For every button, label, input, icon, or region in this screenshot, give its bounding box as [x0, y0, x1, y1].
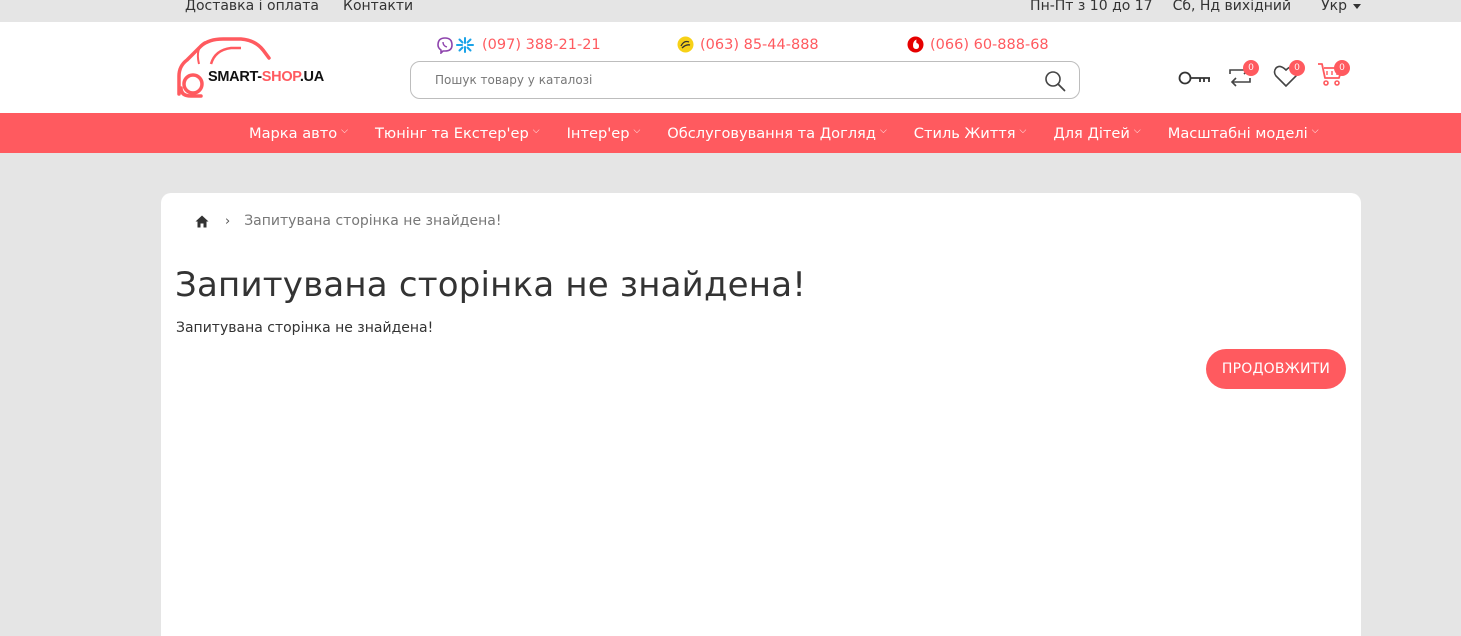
wishlist-count-badge: 0 — [1289, 60, 1305, 76]
chevron-down-icon: ⌵ — [879, 126, 887, 136]
nav-item-interior[interactable]: Інтер'ер ⌵ — [567, 125, 641, 142]
nav-item-label: Обслуговування та Догляд — [667, 124, 876, 142]
breadcrumb-separator-icon: › — [225, 213, 231, 229]
nav-item-label: Тюнінг та Екстер'ер — [375, 124, 529, 142]
phone-number-2: (063) 85-44-888 — [700, 36, 819, 53]
top-bar: Доставка і оплата Контакти Пн-Пт з 10 до… — [0, 0, 1461, 22]
chevron-down-icon: ⌵ — [1019, 126, 1027, 136]
chevron-down-icon: ⌵ — [1311, 126, 1319, 136]
lifecell-icon — [677, 36, 694, 53]
caret-down-icon — [1353, 3, 1361, 9]
nav-item-scale-models[interactable]: Масштабні моделі ⌵ — [1168, 125, 1319, 142]
content-card: › Запитувана сторінка не знайдена! Запит… — [161, 193, 1361, 636]
phone-vodafone[interactable]: (066) 60-888-68 — [907, 36, 1049, 53]
site-logo[interactable]: SMART-SHOP.UA — [175, 36, 335, 100]
search-icon[interactable] — [1044, 70, 1066, 92]
viber-kyivstar-icon — [437, 37, 474, 54]
phone-number-1: (097) 388-21-21 — [482, 37, 601, 53]
header: SMART-SHOP.UA (097) 388-21-21 (063) 85-4… — [0, 22, 1461, 113]
nav-item-service[interactable]: Обслуговування та Догляд ⌵ — [667, 125, 886, 142]
search-box — [410, 61, 1080, 99]
nav-item-brand[interactable]: Марка авто ⌵ — [249, 125, 348, 142]
top-links: Доставка і оплата Контакти — [185, 0, 413, 14]
breadcrumb-current: Запитувана сторінка не знайдена! — [244, 213, 502, 229]
phone-list: (097) 388-21-21 (063) 85-44-888 (066) 60… — [436, 36, 1076, 56]
cart-count-badge: 0 — [1334, 60, 1350, 76]
logo-suffix: .UA — [299, 69, 324, 85]
page-message: Запитувана сторінка не знайдена! — [176, 320, 434, 336]
nav-item-lifestyle[interactable]: Стиль Життя ⌵ — [914, 125, 1027, 142]
top-link-contacts[interactable]: Контакти — [343, 0, 413, 14]
top-link-delivery[interactable]: Доставка і оплата — [185, 0, 319, 14]
phone-number-3: (066) 60-888-68 — [930, 36, 1049, 53]
nav-item-label: Марка авто — [249, 124, 338, 142]
phone-kyivstar[interactable]: (097) 388-21-21 — [436, 36, 601, 54]
nav-item-label: Інтер'ер — [566, 124, 630, 142]
compare-count-badge: 0 — [1243, 60, 1259, 76]
nav-item-label: Масштабні моделі — [1167, 124, 1308, 142]
nav-item-kids[interactable]: Для Дітей ⌵ — [1053, 125, 1140, 142]
nav-item-label: Стиль Життя — [913, 124, 1016, 142]
page-title: Запитувана сторінка не знайдена! — [175, 265, 807, 305]
logo-accent: SHOP — [261, 69, 300, 85]
language-selector[interactable]: Укр — [1321, 0, 1361, 14]
chevron-down-icon: ⌵ — [1133, 126, 1141, 136]
chevron-down-icon: ⌵ — [532, 126, 540, 136]
search-input[interactable] — [435, 71, 995, 89]
hours-weekend: Сб, Нд вихідний — [1172, 0, 1292, 14]
nav-item-tuning[interactable]: Тюнінг та Екстер'ер ⌵ — [375, 125, 540, 142]
main-nav: Марка авто ⌵ Тюнінг та Екстер'ер ⌵ Інтер'е… — [0, 113, 1461, 153]
vodafone-icon — [907, 36, 924, 53]
car-logo-icon — [177, 37, 271, 98]
language-label: Укр — [1321, 0, 1347, 14]
hours-weekdays: Пн-Пт з 10 до 17 — [1030, 0, 1153, 14]
continue-button[interactable]: ПРОДОВЖИТИ — [1206, 349, 1346, 389]
key-icon[interactable] — [1178, 66, 1212, 90]
logo-main: SMART- — [208, 69, 262, 85]
nav-item-label: Для Дітей — [1053, 124, 1130, 142]
breadcrumb: › Запитувана сторінка не знайдена! — [195, 213, 501, 229]
top-info: Пн-Пт з 10 до 17 Сб, Нд вихідний Укр — [1030, 0, 1361, 14]
nav-list: Марка авто ⌵ Тюнінг та Екстер'ер ⌵ Інтер'е… — [249, 113, 1346, 153]
logo-text: SMART-SHOP.UA — [208, 69, 324, 85]
chevron-down-icon: ⌵ — [633, 126, 641, 136]
phone-lifecell[interactable]: (063) 85-44-888 — [677, 36, 819, 53]
chevron-down-icon: ⌵ — [341, 126, 348, 136]
home-icon[interactable] — [195, 215, 209, 228]
